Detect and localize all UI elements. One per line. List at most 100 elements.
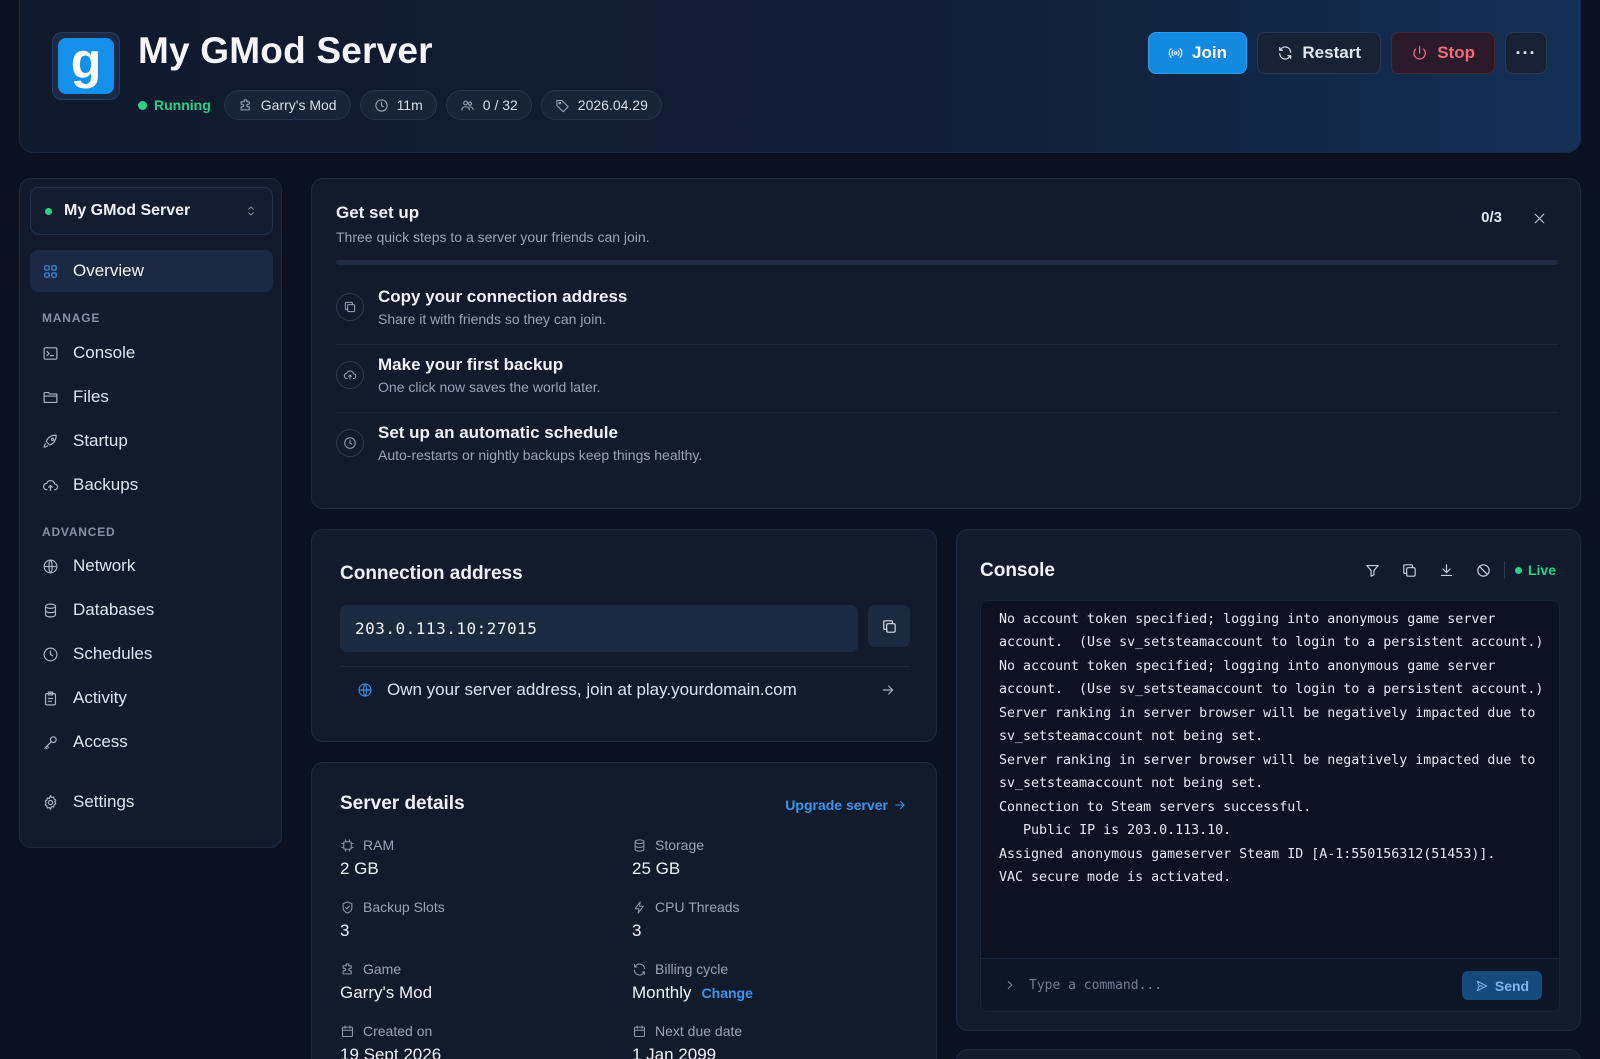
step-subtitle: Share it with friends so they can join.: [378, 311, 607, 327]
connection-address-field[interactable]: 203.0.113.10:27015: [340, 605, 858, 652]
sidebar-item-schedules[interactable]: Schedules: [30, 633, 273, 675]
refresh-icon: [1279, 46, 1292, 60]
filter-icon[interactable]: [1364, 562, 1381, 579]
tag-icon: [556, 99, 569, 112]
detail-storage: Storage 25 GB: [632, 837, 704, 879]
detail-label: Backup Slots: [363, 899, 445, 915]
live-indicator: Live: [1514, 562, 1556, 578]
copy-icon: [882, 619, 896, 633]
sidebar-item-databases[interactable]: Databases: [30, 589, 273, 631]
status-text: Running: [154, 97, 211, 113]
custom-domain-text: Own your server address, join at play.yo…: [387, 679, 797, 699]
copy-icon: [344, 301, 356, 313]
page-title: My GMod Server: [138, 30, 433, 71]
clock-icon: [43, 647, 58, 661]
stop-button[interactable]: Stop: [1391, 32, 1495, 74]
sidebar-item-settings[interactable]: Settings: [30, 781, 273, 823]
users-icon: [461, 100, 474, 110]
database-icon: [634, 838, 645, 852]
download-icon[interactable]: [1438, 562, 1455, 579]
setup-step-first-backup[interactable]: Make your first backup One click now sav…: [336, 345, 1558, 413]
copy-icon[interactable]: [1401, 562, 1418, 579]
send-label: Send: [1494, 977, 1530, 994]
sidebar-item-access[interactable]: Access: [30, 721, 273, 763]
cloud-upload-icon: [43, 479, 59, 491]
status-badge: Running: [138, 97, 211, 113]
detail-billing-cycle: Billing cycle Monthly Change: [632, 961, 753, 1003]
sidebar-item-files[interactable]: Files: [30, 376, 273, 418]
detail-value: Monthly: [632, 983, 692, 1002]
command-input[interactable]: Type a command...: [1029, 978, 1162, 993]
shield-icon: [342, 900, 353, 914]
upgrade-server-link[interactable]: Upgrade server: [785, 797, 907, 813]
step-subtitle: Auto-restarts or nightly backups keep th…: [378, 447, 703, 463]
detail-backup-slots: Backup Slots 3: [340, 899, 445, 941]
detail-ram: RAM 2 GB: [340, 837, 394, 879]
game-chip-label: Garry's Mod: [260, 97, 337, 113]
power-icon: [1413, 45, 1426, 60]
more-options-button[interactable]: ···: [1505, 32, 1547, 74]
prompt-chevron-icon: [1003, 978, 1017, 992]
server-header: g My GMod Server Running Garry's Mod 11m…: [19, 0, 1581, 153]
custom-domain-link[interactable]: Own your server address, join at play.yo…: [340, 666, 910, 712]
sidebar-item-startup[interactable]: Startup: [30, 420, 273, 462]
dismiss-setup-button[interactable]: [1531, 210, 1548, 227]
setup-subtitle: Three quick steps to a server your frien…: [336, 229, 650, 245]
server-details-card: Server details Upgrade server RAM 2 GB S…: [311, 762, 937, 1059]
arrow-right-icon: [882, 684, 894, 695]
join-button[interactable]: Join: [1148, 32, 1247, 74]
send-icon: [1476, 980, 1488, 991]
sidebar-item-label: Activity: [73, 688, 127, 707]
sidebar-item-overview[interactable]: Overview: [30, 250, 273, 292]
console-command-bar: Type a command... Send: [981, 958, 1559, 1011]
more-icon: ···: [1515, 42, 1537, 63]
sidebar: My GMod Server Overview MANAGE Console F…: [19, 178, 282, 848]
database-icon: [44, 603, 57, 617]
server-status-dot-icon: [45, 207, 52, 215]
sidebar-item-label: Network: [73, 556, 136, 575]
step-icon: [336, 429, 364, 457]
rocket-icon: [43, 434, 57, 448]
broadcast-icon: [1168, 48, 1183, 58]
clock-icon: [344, 437, 356, 449]
clear-icon[interactable]: [1475, 562, 1492, 579]
sidebar-item-network[interactable]: Network: [30, 545, 273, 587]
detail-value: 3: [340, 921, 350, 940]
sidebar-item-activity[interactable]: Activity: [30, 677, 273, 719]
copy-address-button[interactable]: [868, 605, 910, 647]
console-output[interactable]: 765811979802897 28 [API loaded no] No ac…: [980, 600, 1560, 1012]
detail-label: Storage: [655, 837, 705, 853]
setup-step-schedule[interactable]: Set up an automatic schedule Auto-restar…: [336, 413, 1558, 481]
clock-icon: [374, 98, 388, 112]
detail-label: Created on: [363, 1023, 433, 1039]
detail-game: Game Garry's Mod: [340, 961, 432, 1003]
change-billing-link[interactable]: Change: [702, 985, 753, 1001]
setup-progress-bar: [336, 260, 1558, 265]
console-toolbar: Live: [1364, 561, 1556, 579]
sidebar-item-console[interactable]: Console: [30, 332, 273, 374]
header-actions: Join Restart Stop ···: [1148, 32, 1547, 74]
setup-progress-count: 0/3: [1481, 209, 1502, 226]
sidebar-item-label: Files: [73, 387, 109, 406]
sidebar-item-label: Databases: [73, 600, 155, 619]
setup-card: Get set up Three quick steps to a server…: [311, 178, 1581, 509]
game-chip: Garry's Mod: [223, 90, 351, 120]
server-selector[interactable]: My GMod Server: [30, 187, 273, 235]
sidebar-item-label: Startup: [73, 431, 128, 450]
detail-value: Garry's Mod: [340, 983, 433, 1002]
live-label: Live: [1527, 562, 1556, 578]
setup-step-copy-address[interactable]: Copy your connection address Share it wi…: [336, 277, 1558, 345]
console-card: Console Live 765811979802897 28 [API loa…: [956, 529, 1581, 1031]
restart-button[interactable]: Restart: [1257, 32, 1381, 74]
sidebar-item-label: Backups: [73, 475, 139, 494]
server-selector-name: My GMod Server: [64, 202, 191, 219]
console-log-text: 765811979802897 28 [API loaded no] No ac…: [999, 601, 1544, 885]
section-advanced: ADVANCED: [42, 525, 116, 539]
sidebar-item-label: Settings: [73, 792, 135, 811]
detail-next-due: Next due date 1 Jan 2099: [632, 1023, 742, 1059]
send-command-button[interactable]: Send: [1462, 971, 1542, 1000]
detail-value: 19 Sept 2026: [340, 1045, 442, 1059]
detail-label: Billing cycle: [655, 961, 729, 977]
sidebar-item-backups[interactable]: Backups: [30, 464, 273, 506]
uptime-chip-label: 11m: [396, 97, 423, 113]
